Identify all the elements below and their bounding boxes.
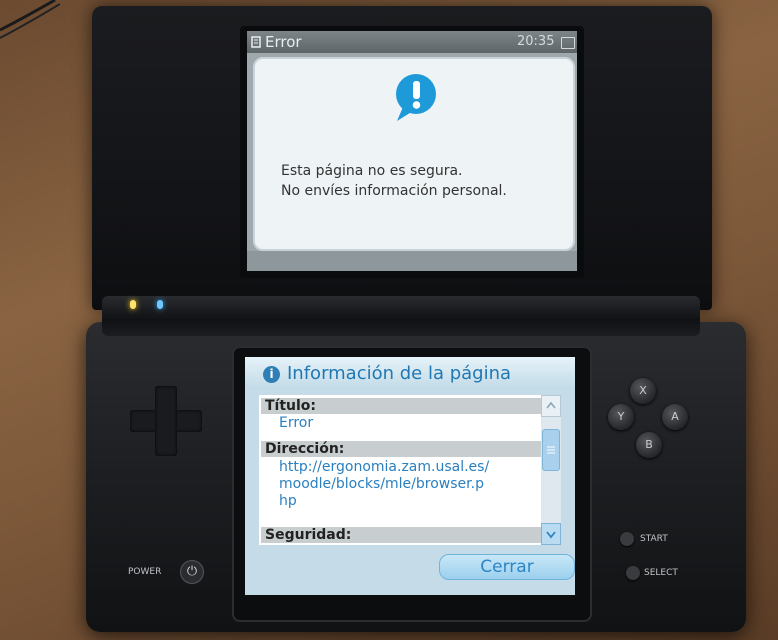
y-button[interactable]: Y xyxy=(608,404,634,430)
b-button[interactable]: B xyxy=(636,432,662,458)
power-led xyxy=(157,300,163,309)
address-line-3[interactable]: hp xyxy=(279,493,297,510)
cable xyxy=(0,0,60,39)
browser-icon xyxy=(251,36,261,48)
scroll-down-button[interactable] xyxy=(541,523,561,545)
security-warning-dialog: Esta página no es segura. No envíes info… xyxy=(253,57,575,251)
grip-icon xyxy=(547,446,555,454)
select-button[interactable] xyxy=(626,566,640,580)
page-info-content[interactable]: Título: Error Dirección: http://ergonomi… xyxy=(259,395,553,545)
bottom-screen: i Información de la página Título: Error… xyxy=(245,357,575,595)
warning-line-1: Esta página no es segura. xyxy=(281,163,463,179)
dpad-vertical[interactable] xyxy=(155,386,177,456)
clock: 20:35 xyxy=(517,34,555,49)
exclamation-speech-bubble-icon xyxy=(396,74,436,121)
power-label: POWER xyxy=(128,567,162,577)
chevron-down-icon xyxy=(546,531,556,539)
start-button[interactable] xyxy=(620,532,634,546)
top-screen-footer xyxy=(247,251,577,271)
page-info-header: i Información de la página xyxy=(245,357,575,389)
info-icon: i xyxy=(263,366,280,383)
battery-icon xyxy=(561,37,575,49)
top-screen: Error 20:35 Esta página no es segura. No… xyxy=(247,31,577,271)
scrollbar-thumb[interactable] xyxy=(542,429,560,471)
device-hinge xyxy=(102,296,700,336)
a-button[interactable]: A xyxy=(662,404,688,430)
power-icon[interactable]: ⏻ xyxy=(180,560,204,584)
page-info-title: Información de la página xyxy=(287,363,512,384)
chevron-up-icon xyxy=(546,401,556,409)
page-title: Error xyxy=(265,33,302,51)
section-security-label: Seguridad: xyxy=(261,527,549,543)
title-value: Error xyxy=(279,415,314,431)
address-line-2[interactable]: moodle/blocks/mle/browser.p xyxy=(279,476,484,493)
charge-led xyxy=(130,300,136,309)
address-line-1[interactable]: http://ergonomia.zam.usal.es/ xyxy=(279,459,489,476)
top-status-bar: Error 20:35 xyxy=(247,31,577,53)
select-label: SELECT xyxy=(644,568,678,578)
start-label: START xyxy=(640,534,668,544)
section-title-label: Título: xyxy=(261,398,549,414)
x-button[interactable]: X xyxy=(630,378,656,404)
warning-line-2: No envíes información personal. xyxy=(281,183,507,199)
close-button[interactable]: Cerrar xyxy=(439,554,575,580)
scroll-up-button[interactable] xyxy=(541,395,561,417)
section-address-label: Dirección: xyxy=(261,441,549,457)
